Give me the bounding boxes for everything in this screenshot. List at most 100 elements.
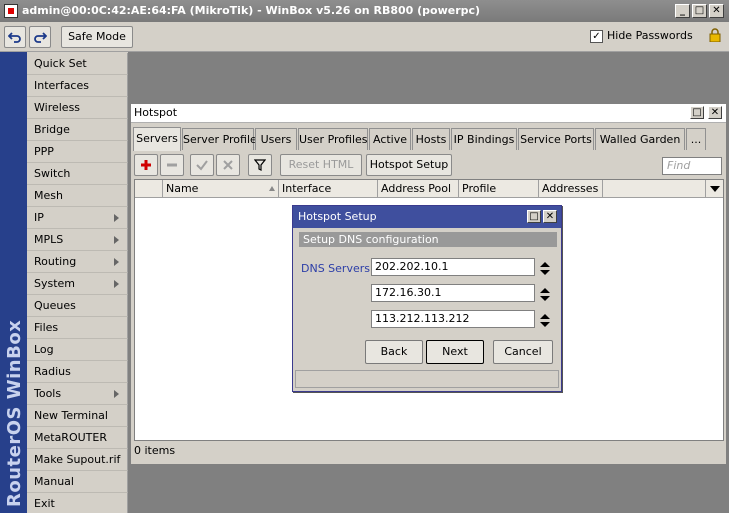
tab-users[interactable]: Users: [255, 128, 297, 150]
tab-service-ports[interactable]: Service Ports: [518, 128, 594, 150]
sidebar-item-label: MetaROUTER: [34, 431, 107, 444]
sidebar-item-log[interactable]: Log: [27, 339, 128, 361]
dns-server-field-1[interactable]: 202.202.10.1: [371, 258, 535, 276]
dns-server-field-3[interactable]: 113.212.113.212: [371, 310, 535, 328]
sidebar-item-label: Switch: [34, 167, 71, 180]
disable-button[interactable]: [216, 154, 240, 176]
sidebar-item-label: Radius: [34, 365, 71, 378]
col-interface[interactable]: Interface: [279, 180, 378, 198]
sidebar-item-system[interactable]: System: [27, 273, 128, 295]
minimize-button[interactable]: _: [675, 4, 690, 18]
filter-button[interactable]: [248, 154, 272, 176]
submenu-arrow-icon: [114, 236, 119, 244]
submenu-arrow-icon: [114, 390, 119, 398]
col-addresses[interactable]: Addresses ...: [539, 180, 603, 198]
dialog-section-header: Setup DNS configuration: [299, 232, 557, 247]
sidebar-item-label: PPP: [34, 145, 54, 158]
status-item-count: 0 items: [134, 444, 176, 457]
filter-icon: [253, 159, 267, 171]
updown-icon[interactable]: [539, 262, 550, 276]
sidebar-item-bridge[interactable]: Bridge: [27, 119, 128, 141]
col-name[interactable]: Name: [163, 180, 279, 198]
close-button[interactable]: ✕: [709, 4, 724, 18]
maximize-button[interactable]: □: [692, 4, 707, 18]
window-title: admin@00:0C:42:AE:64:FA (MikroTik) - Win…: [22, 4, 481, 17]
tab-hosts[interactable]: Hosts: [412, 128, 450, 150]
title-bar: admin@00:0C:42:AE:64:FA (MikroTik) - Win…: [0, 0, 729, 22]
dialog-status-bar: [295, 370, 559, 388]
sidebar-item-metarouter[interactable]: MetaROUTER: [27, 427, 128, 449]
sidebar-item-label: Make Supout.rif: [34, 453, 121, 466]
sidebar-item-ppp[interactable]: PPP: [27, 141, 128, 163]
sidebar-item-new-terminal[interactable]: New Terminal: [27, 405, 128, 427]
hotspot-window-title: Hotspot: [131, 104, 726, 123]
hotspot-setup-dialog: Hotspot Setup □ ✕ Setup DNS configuratio…: [292, 205, 562, 392]
sidebar-item-ip[interactable]: IP: [27, 207, 128, 229]
cross-icon: [223, 160, 233, 170]
hide-passwords-checkbox[interactable]: ✓: [590, 30, 603, 43]
hotspot-close-button[interactable]: ✕: [708, 106, 722, 119]
sidebar-item-mpls[interactable]: MPLS: [27, 229, 128, 251]
sidebar-item-label: Interfaces: [34, 79, 89, 92]
sidebar-item-label: System: [34, 277, 76, 290]
submenu-arrow-icon: [114, 280, 119, 288]
undo-button[interactable]: [4, 26, 26, 48]
submenu-arrow-icon: [114, 214, 119, 222]
sidebar-item-label: MPLS: [34, 233, 64, 246]
sidebar-item-manual[interactable]: Manual: [27, 471, 128, 493]
tab-ip-bindings[interactable]: IP Bindings: [451, 128, 517, 150]
tab-walled-garden[interactable]: Walled Garden: [595, 128, 685, 150]
col-flag[interactable]: [135, 180, 163, 198]
tab-more[interactable]: ...: [686, 128, 706, 150]
sidebar-item-label: IP: [34, 211, 44, 224]
sidebar-item-label: Tools: [34, 387, 62, 400]
find-input[interactable]: Find: [662, 157, 722, 175]
tab-user-profiles[interactable]: User Profiles: [298, 128, 368, 150]
col-address-pool[interactable]: Address Pool: [378, 180, 459, 198]
dns-server-field-2[interactable]: 172.16.30.1: [371, 284, 535, 302]
dialog-close-button[interactable]: ✕: [543, 210, 557, 223]
col-profile[interactable]: Profile: [459, 180, 539, 198]
remove-button[interactable]: [160, 154, 184, 176]
sidebar-item-label: New Terminal: [34, 409, 108, 422]
sidebar-item-radius[interactable]: Radius: [27, 361, 128, 383]
sidebar-item-files[interactable]: Files: [27, 317, 128, 339]
sidebar-item-quick-set[interactable]: Quick Set: [27, 53, 128, 75]
sidebar-item-wireless[interactable]: Wireless: [27, 97, 128, 119]
updown-icon[interactable]: [539, 288, 550, 302]
sidebar-item-mesh[interactable]: Mesh: [27, 185, 128, 207]
reset-html-button[interactable]: Reset HTML: [280, 154, 362, 176]
sidebar-item-routing[interactable]: Routing: [27, 251, 128, 273]
next-button[interactable]: Next: [426, 340, 484, 364]
enable-button[interactable]: [190, 154, 214, 176]
redo-button[interactable]: [29, 26, 51, 48]
tab-active[interactable]: Active: [369, 128, 411, 150]
sidebar-item-queues[interactable]: Queues: [27, 295, 128, 317]
minus-icon: [167, 163, 177, 167]
safe-mode-button[interactable]: Safe Mode: [61, 26, 133, 48]
back-button[interactable]: Back: [365, 340, 423, 364]
sort-asc-icon: [269, 186, 275, 191]
main-toolbar: Safe Mode ✓ Hide Passwords: [0, 22, 729, 52]
sidebar-item-label: Routing: [34, 255, 77, 268]
hotspot-setup-button[interactable]: Hotspot Setup: [366, 154, 452, 176]
sidebar-item-exit[interactable]: Exit: [27, 493, 128, 513]
dialog-maximize-button[interactable]: □: [527, 210, 541, 223]
redo-icon: [34, 32, 48, 43]
tab-servers[interactable]: Servers: [133, 127, 181, 151]
cancel-button[interactable]: Cancel: [493, 340, 553, 364]
dialog-title: Hotspot Setup: [293, 206, 561, 228]
sidebar-item-switch[interactable]: Switch: [27, 163, 128, 185]
updown-icon[interactable]: [539, 314, 550, 328]
lock-icon: [709, 28, 721, 42]
sidebar-menu: Quick Set Interfaces Wireless Bridge PPP Swit…: [27, 52, 128, 513]
add-button[interactable]: [134, 154, 158, 176]
sidebar-item-label: Queues: [34, 299, 76, 312]
sidebar-item-tools[interactable]: Tools: [27, 383, 128, 405]
hotspot-maximize-button[interactable]: □: [690, 106, 704, 119]
sidebar-item-interfaces[interactable]: Interfaces: [27, 75, 128, 97]
sidebar-item-make-supout-rif[interactable]: Make Supout.rif: [27, 449, 128, 471]
column-chooser-button[interactable]: [705, 180, 723, 198]
chevron-down-icon: [710, 186, 720, 192]
tab-server-profiles[interactable]: Server Profiles: [182, 128, 263, 150]
